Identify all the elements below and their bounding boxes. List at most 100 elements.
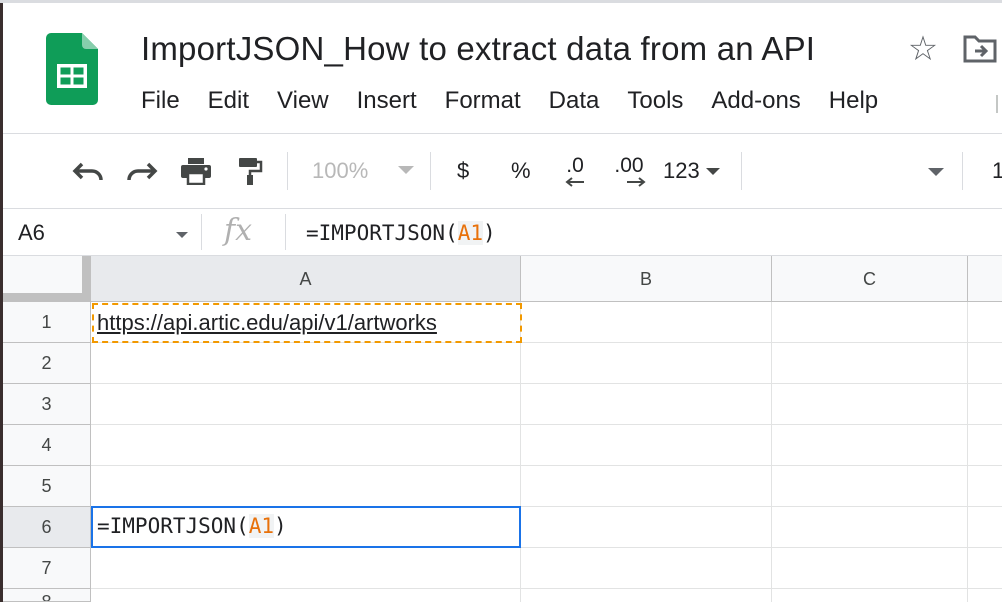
decrease-decimal-label: .0	[566, 154, 584, 177]
increase-decimal-label: .00	[614, 154, 644, 177]
decrease-decimal-button[interactable]: .0	[555, 148, 595, 194]
cell-a3[interactable]	[91, 384, 521, 425]
redo-button[interactable]	[120, 148, 164, 194]
sheets-logo-icon[interactable]	[46, 33, 98, 105]
paint-format-icon	[239, 158, 263, 185]
undo-button[interactable]	[66, 148, 110, 194]
cell-b7[interactable]	[521, 548, 772, 589]
cell-c8[interactable]	[772, 589, 968, 602]
undo-icon	[72, 162, 103, 181]
cell-c7[interactable]	[772, 548, 968, 589]
row-header-8[interactable]: 8	[3, 589, 91, 602]
cell-b5[interactable]	[521, 466, 772, 507]
name-box[interactable]: A6	[18, 212, 45, 254]
column-header-d[interactable]	[968, 256, 1002, 302]
name-box-caret-icon[interactable]	[176, 232, 188, 238]
menu-edit[interactable]: Edit	[208, 86, 249, 116]
formula-input[interactable]: =IMPORTJSON(A1)	[306, 212, 496, 254]
column-header-c[interactable]: C	[772, 256, 968, 302]
document-title[interactable]: ImportJSON_How to extract data from an A…	[141, 30, 815, 68]
print-button[interactable]	[174, 148, 218, 194]
more-formats-button[interactable]: 123	[663, 148, 700, 194]
toolbar-separator	[741, 152, 742, 190]
menu-tools[interactable]: Tools	[627, 86, 683, 116]
menu-overflow-marker	[996, 95, 998, 113]
row-header-2[interactable]: 2	[3, 343, 91, 384]
column-header-b[interactable]: B	[521, 256, 772, 302]
menu-bar: File Edit View Insert Format Data Tools …	[141, 86, 906, 116]
cell-b2[interactable]	[521, 343, 772, 384]
row-header-4[interactable]: 4	[3, 425, 91, 466]
arrow-left-icon	[565, 177, 584, 187]
redo-icon	[127, 162, 158, 181]
format-currency-button[interactable]: $	[457, 148, 469, 194]
zoom-caret-icon	[398, 166, 414, 174]
cell-c2[interactable]	[772, 343, 968, 384]
menu-format[interactable]: Format	[445, 86, 521, 116]
cell-c1[interactable]	[772, 302, 968, 343]
font-family-caret-icon	[928, 168, 944, 176]
row-header-5[interactable]: 5	[3, 466, 91, 507]
cell-c5[interactable]	[772, 466, 968, 507]
toolbar-divider	[3, 208, 1002, 209]
cell-a1[interactable]: https://api.artic.edu/api/v1/artworks	[91, 302, 521, 343]
freeze-row-handle[interactable]	[3, 293, 91, 302]
increase-decimal-button[interactable]: .00	[607, 148, 651, 194]
cell-grid: https://api.artic.edu/api/v1/artworks	[91, 302, 1002, 602]
format-percent-button[interactable]: %	[511, 148, 531, 194]
cell-a4[interactable]	[91, 425, 521, 466]
cell-b1[interactable]	[521, 302, 772, 343]
header-divider	[3, 133, 1002, 134]
menu-add-ons[interactable]: Add-ons	[711, 86, 800, 116]
cell-d1[interactable]	[968, 302, 1002, 343]
column-header-a[interactable]: A	[91, 256, 521, 302]
editor-suffix: )	[274, 514, 287, 538]
cell-c3[interactable]	[772, 384, 968, 425]
cell-d5[interactable]	[968, 466, 1002, 507]
editor-prefix: =IMPORTJSON(	[97, 514, 249, 538]
menu-help[interactable]: Help	[829, 86, 878, 116]
print-icon	[181, 158, 211, 185]
menu-data[interactable]: Data	[549, 86, 600, 116]
cell-d4[interactable]	[968, 425, 1002, 466]
star-icon[interactable]: ☆	[904, 30, 942, 68]
cell-d6[interactable]	[968, 507, 1002, 548]
cell-c4[interactable]	[772, 425, 968, 466]
cell-a1-link[interactable]: https://api.artic.edu/api/v1/artworks	[97, 310, 437, 335]
window-top-edge	[0, 0, 1002, 3]
row-header-7[interactable]: 7	[3, 548, 91, 589]
formula-suffix: )	[483, 221, 496, 245]
zoom-select[interactable]: 100%	[312, 148, 368, 194]
menu-insert[interactable]: Insert	[357, 86, 417, 116]
font-family-select[interactable]	[748, 152, 956, 190]
editor-reference: A1	[248, 514, 275, 538]
cell-d3[interactable]	[968, 384, 1002, 425]
cell-b3[interactable]	[521, 384, 772, 425]
zoom-value: 100%	[312, 158, 369, 183]
row-header-1[interactable]: 1	[3, 302, 91, 343]
font-size-select[interactable]: 1	[992, 148, 1002, 194]
cell-a7[interactable]	[91, 548, 521, 589]
cell-a8[interactable]	[91, 589, 521, 602]
cell-b4[interactable]	[521, 425, 772, 466]
cell-d7[interactable]	[968, 548, 1002, 589]
cell-d2[interactable]	[968, 343, 1002, 384]
active-cell-editor[interactable]: =IMPORTJSON(A1)	[91, 506, 521, 548]
row-header-6[interactable]: 6	[3, 507, 91, 548]
cell-b8[interactable]	[521, 589, 772, 602]
toolbar-separator	[962, 152, 963, 190]
cell-a5[interactable]	[91, 466, 521, 507]
move-to-folder-icon[interactable]	[962, 34, 998, 64]
arrow-right-icon	[627, 177, 646, 187]
formula-separator	[285, 214, 286, 250]
fx-icon: fx	[224, 213, 253, 248]
row-header-3[interactable]: 3	[3, 384, 91, 425]
cell-b6[interactable]	[521, 507, 772, 548]
cell-a2[interactable]	[91, 343, 521, 384]
more-formats-label: 123	[663, 158, 700, 183]
paint-format-button[interactable]	[228, 148, 272, 194]
menu-file[interactable]: File	[141, 86, 180, 116]
cell-c6[interactable]	[772, 507, 968, 548]
menu-view[interactable]: View	[277, 86, 329, 116]
cell-d8[interactable]	[968, 589, 1002, 602]
